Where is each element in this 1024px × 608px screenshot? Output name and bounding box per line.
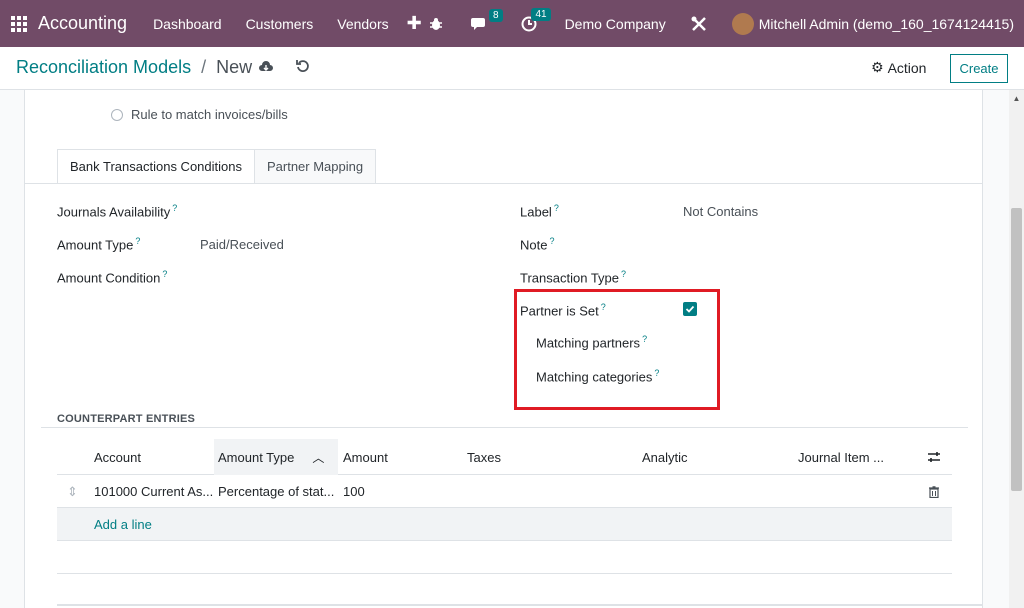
tools-icon[interactable] xyxy=(690,15,708,33)
label-field-value[interactable]: Not Contains xyxy=(683,204,758,219)
partner-is-set-label: Partner is Set? xyxy=(520,302,606,318)
breadcrumb-separator: / xyxy=(201,57,207,77)
amount-type-label: Amount Type? xyxy=(57,236,140,252)
radio-match-invoices[interactable]: Rule to match invoices/bills xyxy=(111,107,288,122)
note-label: Note? xyxy=(520,236,554,252)
notebook-tabs: Bank Transactions Conditions Partner Map… xyxy=(57,149,377,184)
action-button[interactable]: ⚙ Action xyxy=(871,59,926,76)
journals-availability-label: Journals Availability? xyxy=(57,203,177,219)
company-switcher[interactable]: Demo Company xyxy=(565,16,666,32)
matching-categories-label: Matching categories? xyxy=(536,368,659,384)
scroll-thumb[interactable] xyxy=(1011,208,1022,491)
clock-icon[interactable]: 41 xyxy=(521,7,551,32)
add-line-row: Add a line xyxy=(57,508,952,541)
create-button[interactable]: Create xyxy=(950,54,1008,83)
help-icon[interactable]: ? xyxy=(642,334,647,344)
cell-amount[interactable]: 100 xyxy=(343,475,443,508)
help-icon[interactable]: ? xyxy=(135,236,140,246)
cell-account[interactable]: 101000 Current As... xyxy=(94,475,214,508)
help-icon[interactable]: ? xyxy=(162,269,167,279)
form-sheet: Rule to match invoices/bills Bank Transa… xyxy=(24,90,983,608)
gear-icon: ⚙ xyxy=(871,59,884,75)
counterpart-entries-title: COUNTERPART ENTRIES xyxy=(57,413,196,425)
label-field-text: Label xyxy=(520,204,552,220)
col-taxes[interactable]: Taxes xyxy=(467,439,587,475)
help-icon[interactable]: ? xyxy=(549,236,554,246)
table-row[interactable]: ⇕ 101000 Current As... Percentage of sta… xyxy=(57,475,952,508)
section-divider xyxy=(41,427,968,428)
cell-amount-type[interactable]: Percentage of stat... xyxy=(218,475,340,508)
breadcrumb: Reconciliation Models / New xyxy=(16,57,252,78)
col-journal-item[interactable]: Journal Item ... xyxy=(798,439,908,475)
col-analytic[interactable]: Analytic xyxy=(642,439,762,475)
help-icon[interactable]: ? xyxy=(654,368,659,378)
partner-is-set-checkbox[interactable] xyxy=(683,302,697,316)
sort-chevron-up-icon: ︿ xyxy=(312,450,325,465)
help-icon[interactable]: ? xyxy=(601,302,606,312)
navbar-systray: 8 41 Demo Company Mitchell Admin (demo_1… xyxy=(419,0,1014,47)
checkmark-icon xyxy=(685,305,695,313)
trash-icon[interactable] xyxy=(929,475,945,508)
matching-partners-label: Matching partners? xyxy=(536,334,647,350)
partner-is-set-text: Partner is Set xyxy=(520,303,599,319)
note-text: Note xyxy=(520,237,548,253)
menu-vendors[interactable]: Vendors xyxy=(337,16,388,32)
amount-type-value[interactable]: Paid/Received xyxy=(200,237,284,252)
counterpart-table: Account Amount Type ︿ Amount Taxes Analy… xyxy=(57,439,952,574)
add-a-line-link[interactable]: Add a line xyxy=(94,508,152,541)
optional-columns-icon[interactable] xyxy=(927,439,947,475)
matching-categories-text: Matching categories xyxy=(536,369,653,385)
radio-label: Rule to match invoices/bills xyxy=(131,107,288,122)
journals-availability-text: Journals Availability xyxy=(57,204,171,220)
help-icon[interactable]: ? xyxy=(554,203,559,213)
breadcrumb-current: New xyxy=(216,57,253,77)
tab-divider xyxy=(25,183,982,184)
bottom-divider xyxy=(57,604,982,606)
drag-handle-icon[interactable]: ⇕ xyxy=(67,475,87,508)
discard-undo-icon[interactable] xyxy=(296,59,310,76)
messages-icon[interactable]: 8 xyxy=(470,8,503,31)
amount-condition-label: Amount Condition? xyxy=(57,269,167,285)
label-field-label: Label? xyxy=(520,203,559,219)
tab-bank-transactions-conditions[interactable]: Bank Transactions Conditions xyxy=(57,149,255,184)
help-icon[interactable]: ? xyxy=(172,203,177,213)
app-name[interactable]: Accounting xyxy=(38,13,127,34)
user-menu[interactable]: Mitchell Admin (demo_160_1674124415) xyxy=(759,16,1014,32)
amount-type-text: Amount Type xyxy=(57,237,134,253)
table-header: Account Amount Type ︿ Amount Taxes Analy… xyxy=(57,439,952,475)
control-panel: Reconciliation Models / New ⚙ Action Cre… xyxy=(0,47,1024,90)
bug-icon[interactable] xyxy=(429,17,443,31)
matching-partners-text: Matching partners xyxy=(536,335,641,351)
radio-circle-icon[interactable] xyxy=(111,108,123,121)
col-amount[interactable]: Amount xyxy=(343,439,463,475)
user-avatar[interactable] xyxy=(731,12,754,35)
scroll-up-arrow-icon[interactable]: ▲ xyxy=(1009,94,1024,103)
menu-customers[interactable]: Customers xyxy=(246,16,314,32)
col-amount-type-label: Amount Type xyxy=(218,449,295,465)
col-amount-type[interactable]: Amount Type ︿ xyxy=(214,439,338,475)
amount-condition-text: Amount Condition xyxy=(57,270,161,286)
messages-count-badge: 8 xyxy=(489,8,503,22)
menu-dashboard[interactable]: Dashboard xyxy=(153,16,222,32)
top-navbar: Accounting Dashboard Customers Vendors ✚… xyxy=(0,0,1024,47)
tab-partner-mapping[interactable]: Partner Mapping xyxy=(254,149,377,184)
action-label: Action xyxy=(887,59,927,76)
col-account[interactable]: Account xyxy=(94,439,214,475)
save-cloud-icon[interactable] xyxy=(258,59,274,78)
transaction-type-label: Transaction Type? xyxy=(520,269,626,285)
help-icon[interactable]: ? xyxy=(621,269,626,279)
vertical-scrollbar[interactable]: ▲ xyxy=(1009,90,1024,608)
transaction-type-text: Transaction Type xyxy=(520,270,619,286)
breadcrumb-parent[interactable]: Reconciliation Models xyxy=(16,57,191,77)
apps-menu-icon[interactable] xyxy=(11,15,27,32)
activities-count-badge: 41 xyxy=(531,7,551,21)
empty-table-row xyxy=(57,541,952,574)
